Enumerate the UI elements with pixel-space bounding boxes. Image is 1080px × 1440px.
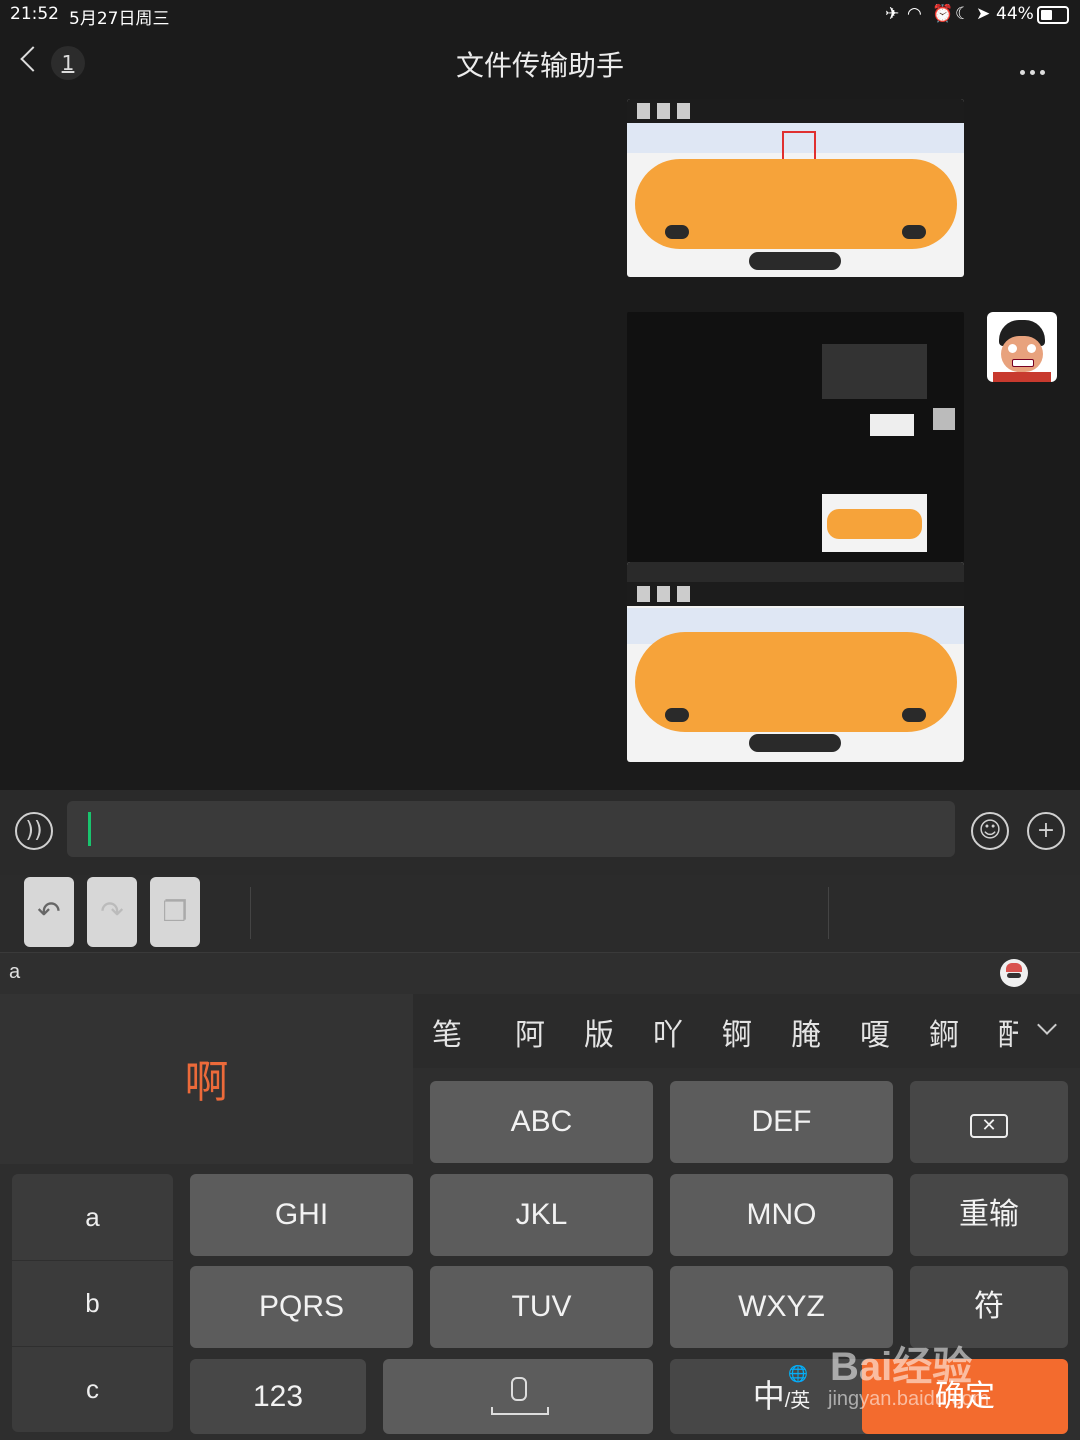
pinyin-choice[interactable]: a: [12, 1174, 173, 1261]
number-key[interactable]: 123: [190, 1359, 366, 1434]
candidate[interactable]: 锕: [722, 1010, 752, 1054]
unread-count-badge[interactable]: 1: [51, 46, 85, 80]
preview-char: 啊: [184, 1057, 229, 1108]
wifi-icon: ◠: [907, 4, 922, 24]
candidate[interactable]: 吖: [653, 1010, 683, 1054]
candidate[interactable]: 阿: [515, 1010, 545, 1054]
image-message[interactable]: [627, 99, 964, 277]
message-input[interactable]: [67, 801, 955, 857]
candidate[interactable]: 笔: [432, 1010, 462, 1054]
alarm-icon: ⏰: [932, 4, 954, 24]
candidate[interactable]: 錒: [929, 1010, 959, 1054]
input-bar: )) ☺ +: [0, 790, 1080, 875]
candidate[interactable]: 腌: [791, 1010, 821, 1054]
highlight-box: [782, 131, 816, 161]
pinyin-strip: a: [0, 952, 1080, 995]
space-key[interactable]: [383, 1359, 653, 1434]
paste-icon[interactable]: ❐: [150, 877, 200, 947]
key-tuv[interactable]: TUV: [430, 1266, 653, 1348]
keyboard: 啊 笔 阿 版 吖 锕 腌 嗄 錒 酐 ABC DEF ✕ a b c GHI …: [0, 994, 1080, 1440]
edit-toolbar: ↶ ↷ ❐: [0, 875, 1080, 952]
status-bar: 21:52 5月27日周三 ✈ ◠ ⏰ ☾ ➤ 44%: [0, 0, 1080, 30]
candidate[interactable]: 嗄: [860, 1010, 890, 1054]
pinyin-choice[interactable]: c: [12, 1346, 173, 1432]
page-title: 文件传输助手: [455, 49, 624, 82]
mic-icon: [511, 1377, 527, 1401]
globe-icon: 🌐: [788, 1366, 808, 1383]
space-bar-icon: [491, 1407, 549, 1415]
key-abc[interactable]: ABC: [430, 1081, 653, 1163]
watermark-url: jingyan.baidu.com: [828, 1388, 990, 1410]
pinyin-choice[interactable]: b: [12, 1260, 173, 1347]
divider: [828, 887, 829, 939]
emoji-icon[interactable]: ☺: [971, 812, 1009, 850]
divider: [250, 887, 251, 939]
watermark-brand: Bai经验: [830, 1345, 973, 1389]
image-message[interactable]: [627, 312, 964, 562]
battery-percent: 44%: [996, 4, 1034, 24]
candidate[interactable]: 版: [584, 1010, 614, 1054]
key-pqrs[interactable]: PQRS: [190, 1266, 413, 1348]
add-icon[interactable]: +: [1027, 812, 1065, 850]
ime-logo-icon[interactable]: [1000, 959, 1028, 987]
pinyin-choices: a b c: [12, 1174, 173, 1432]
reenter-key[interactable]: 重输: [910, 1174, 1068, 1256]
key-mno[interactable]: MNO: [670, 1174, 893, 1256]
location-icon: ➤: [976, 4, 991, 24]
backspace-key[interactable]: ✕: [910, 1081, 1068, 1163]
voice-icon[interactable]: )): [15, 812, 53, 850]
key-ghi[interactable]: GHI: [190, 1174, 413, 1256]
moon-icon: ☾: [955, 4, 971, 24]
airplane-icon: ✈: [885, 4, 900, 24]
redo-icon[interactable]: ↷: [87, 877, 137, 947]
image-message[interactable]: [627, 562, 964, 762]
pinyin-text: a: [9, 961, 21, 983]
key-def[interactable]: DEF: [670, 1081, 893, 1163]
key-jkl[interactable]: JKL: [430, 1174, 653, 1256]
battery-level: [1041, 10, 1052, 20]
backspace-icon: ✕: [970, 1114, 1008, 1138]
text-caret: [88, 812, 91, 846]
candidate[interactable]: 酐: [998, 1010, 1018, 1054]
nav-bar: 1 文件传输助手: [0, 30, 1080, 98]
battery-icon: [1037, 6, 1069, 24]
user-avatar[interactable]: [987, 312, 1057, 382]
back-icon[interactable]: [20, 46, 46, 72]
status-time: 21:52: [10, 4, 59, 24]
more-options-icon[interactable]: [1020, 60, 1050, 75]
undo-icon[interactable]: ↶: [24, 877, 74, 947]
composition-preview: 啊: [0, 994, 413, 1164]
status-date: 5月27日周三: [69, 9, 170, 29]
